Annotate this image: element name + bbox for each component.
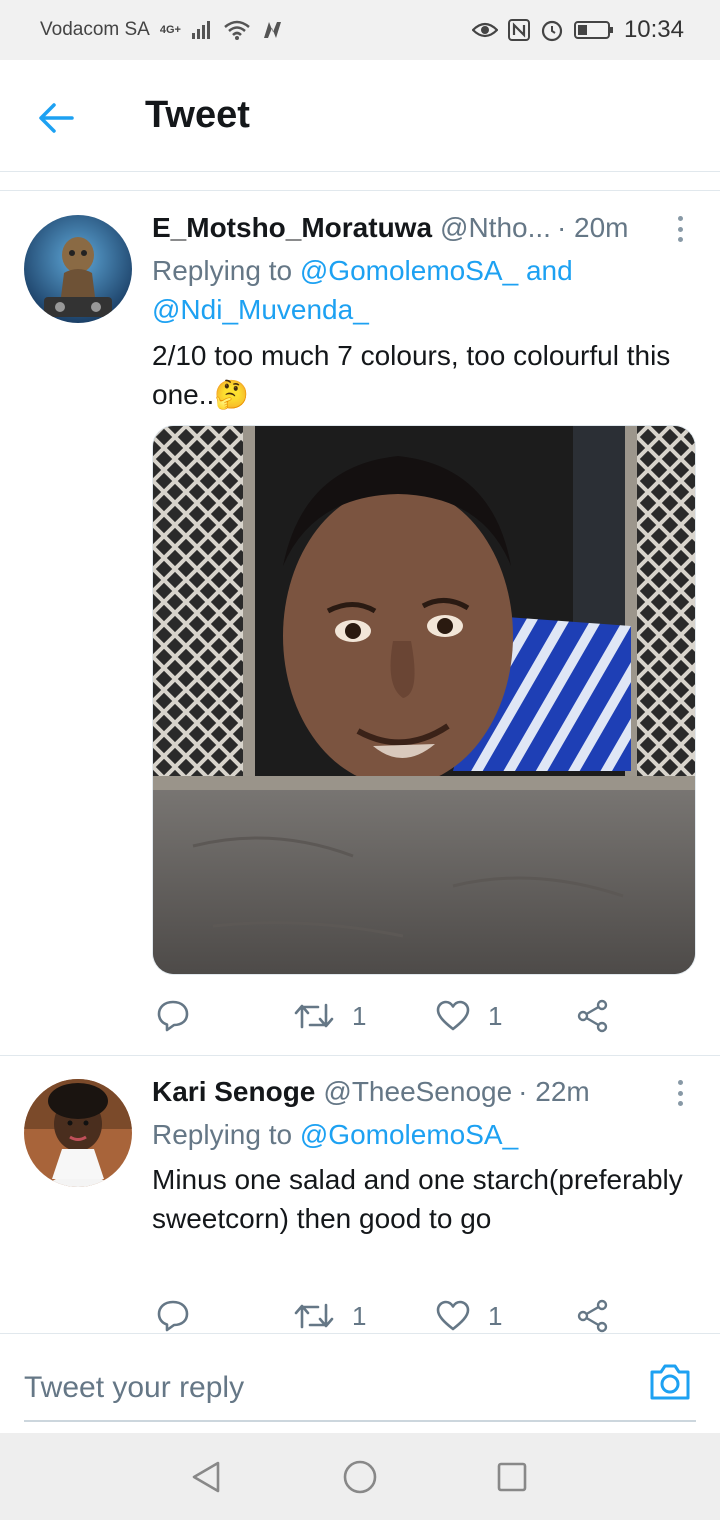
- like-button[interactable]: 1: [436, 1296, 502, 1336]
- heart-icon: [436, 1300, 470, 1331]
- avatar[interactable]: [24, 1079, 132, 1187]
- display-name[interactable]: Kari Senoge: [152, 1076, 315, 1108]
- more-options-icon[interactable]: [668, 1076, 692, 1110]
- triangle-back-icon: [192, 1461, 220, 1493]
- system-nav-bar: [0, 1433, 720, 1520]
- nav-back-button[interactable]: [186, 1457, 226, 1497]
- retweet-button[interactable]: 1: [294, 1296, 366, 1336]
- retweet-count: 1: [352, 1300, 367, 1331]
- square-recents-icon: [497, 1462, 527, 1492]
- share-icon: [577, 1299, 608, 1333]
- like-count: 1: [488, 1300, 503, 1331]
- user-handle[interactable]: @TheeSenoge: [323, 1076, 512, 1108]
- reply-input[interactable]: [24, 1356, 696, 1422]
- camera-icon: [650, 1364, 690, 1400]
- reply-composer: [0, 1333, 720, 1433]
- nav-recents-button[interactable]: [492, 1457, 532, 1497]
- camera-button[interactable]: [648, 1362, 694, 1408]
- circle-home-icon: [343, 1460, 377, 1494]
- tweet-time: · 22m: [518, 1076, 590, 1107]
- comment-icon: [157, 1300, 189, 1332]
- replying-prefix: Replying to: [152, 1119, 300, 1150]
- nav-home-button[interactable]: [340, 1457, 380, 1497]
- mention-link[interactable]: @GomolemoSA_: [300, 1119, 518, 1150]
- replying-to: Replying to @GomolemoSA_: [152, 1115, 672, 1154]
- tweet[interactable]: Kari Senoge @TheeSenoge · 22m Replying t…: [0, 0, 720, 1333]
- retweet-icon: [294, 1303, 334, 1329]
- reply-button[interactable]: [156, 1296, 190, 1336]
- tweet-header: Kari Senoge @TheeSenoge · 22m: [152, 1076, 590, 1108]
- tweet-actions: 1 1: [152, 1296, 672, 1336]
- share-button[interactable]: [576, 1296, 610, 1336]
- tweet-text: Minus one salad and one starch(preferabl…: [152, 1164, 683, 1234]
